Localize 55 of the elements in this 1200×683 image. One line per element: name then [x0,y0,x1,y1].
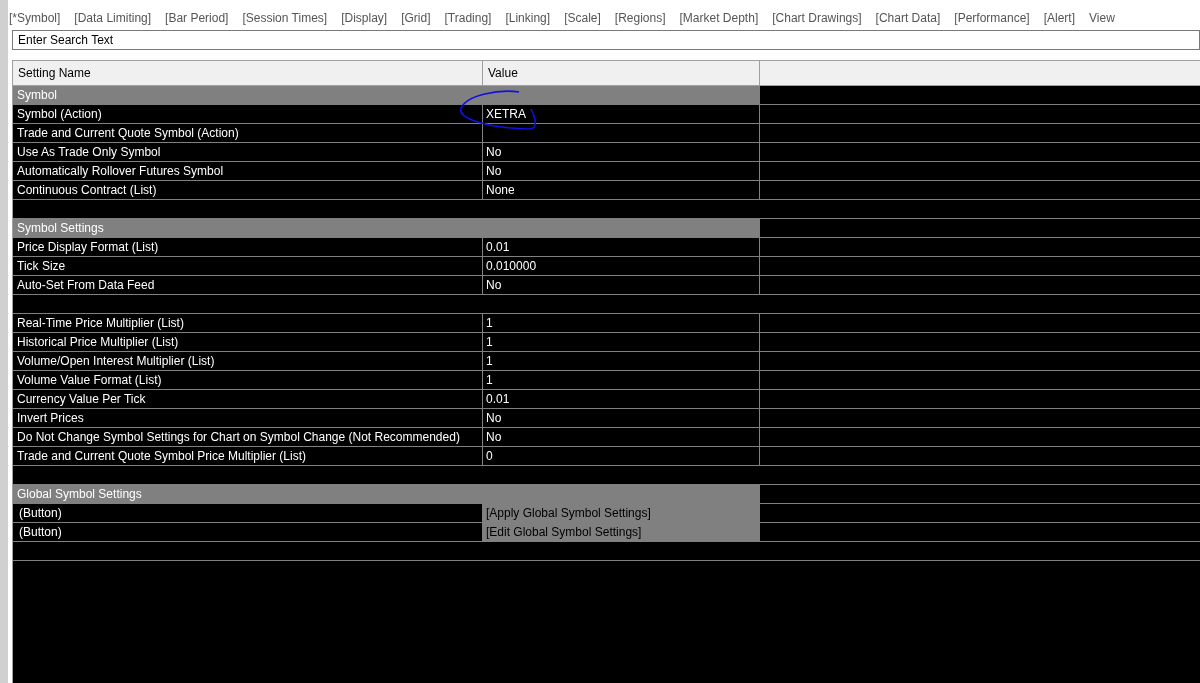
setting-value[interactable]: 1 [486,354,493,368]
setting-value[interactable]: 1 [486,316,493,330]
settings-tab[interactable]: View [1089,9,1115,27]
setting-name: Auto-Set From Data Feed [13,276,483,294]
setting-value[interactable]: No [486,145,502,159]
settings-tab[interactable]: [Grid] [401,9,431,27]
setting-value[interactable]: 0.01 [486,240,510,254]
setting-value[interactable]: No [486,430,502,444]
section-header: Global Symbol Settings [13,485,760,503]
global-settings-button[interactable]: [Edit Global Symbol Settings] [483,523,760,541]
settings-tab[interactable]: [Data Limiting] [74,9,152,27]
search-field[interactable]: Enter Search Text [12,30,1200,50]
setting-value[interactable]: 1 [486,335,493,349]
section-header: Symbol [13,86,760,104]
settings-tab[interactable]: [*Symbol] [9,9,61,27]
settings-tab[interactable]: [Alert] [1043,9,1075,27]
setting-value[interactable]: 0.010000 [486,259,537,273]
setting-name: Do Not Change Symbol Settings for Chart on Symbol Change (Not Recommended) [13,428,483,446]
setting-name: Historical Price Multiplier (List) [13,333,483,351]
setting-name: Volume/Open Interest Multiplier (List) [13,352,483,370]
setting-value[interactable]: 0 [486,449,493,463]
setting-name: Tick Size [13,257,483,275]
setting-name: Symbol (Action) [13,105,483,123]
setting-name: Trade and Current Quote Symbol (Action) [13,124,483,142]
setting-name: Currency Value Per Tick [13,390,483,408]
settings-tab[interactable]: [Session Times] [242,9,328,27]
setting-value[interactable]: 0.01 [486,392,510,406]
settings-tab[interactable]: [Regions] [614,9,666,27]
setting-name: Price Display Format (List) [13,238,483,256]
setting-value[interactable]: 1 [486,373,493,387]
setting-value[interactable]: No [486,278,502,292]
settings-tab[interactable]: [Performance] [954,9,1030,27]
column-header[interactable]: Value [483,61,760,85]
setting-name: Invert Prices [13,409,483,427]
setting-value[interactable]: XETRA [486,107,526,121]
setting-name: Volume Value Format (List) [13,371,483,389]
settings-tab[interactable]: [Display] [341,9,388,27]
setting-name: Continuous Contract (List) [13,181,483,199]
setting-value[interactable]: No [486,164,502,178]
settings-tab[interactable]: [Market Depth] [679,9,759,27]
settings-tab[interactable]: [Chart Data] [875,9,941,27]
setting-value[interactable]: No [486,411,502,425]
column-header[interactable]: Setting Name [13,61,483,85]
settings-tab[interactable]: [Chart Drawings] [772,9,862,27]
setting-name: Real-Time Price Multiplier (List) [13,314,483,332]
settings-tab[interactable]: [Bar Period] [165,9,229,27]
global-settings-button[interactable]: [Apply Global Symbol Settings] [483,504,760,522]
settings-tab[interactable]: [Scale] [564,9,601,27]
setting-name: Automatically Rollover Futures Symbol [13,162,483,180]
section-header: Symbol Settings [13,219,760,237]
settings-tab[interactable]: [Linking] [505,9,551,27]
setting-value[interactable]: None [486,183,515,197]
setting-name: Use As Trade Only Symbol [13,143,483,161]
settings-tab[interactable]: [Trading] [444,9,492,27]
setting-name: Trade and Current Quote Symbol Price Multiplier (List) [13,447,483,465]
